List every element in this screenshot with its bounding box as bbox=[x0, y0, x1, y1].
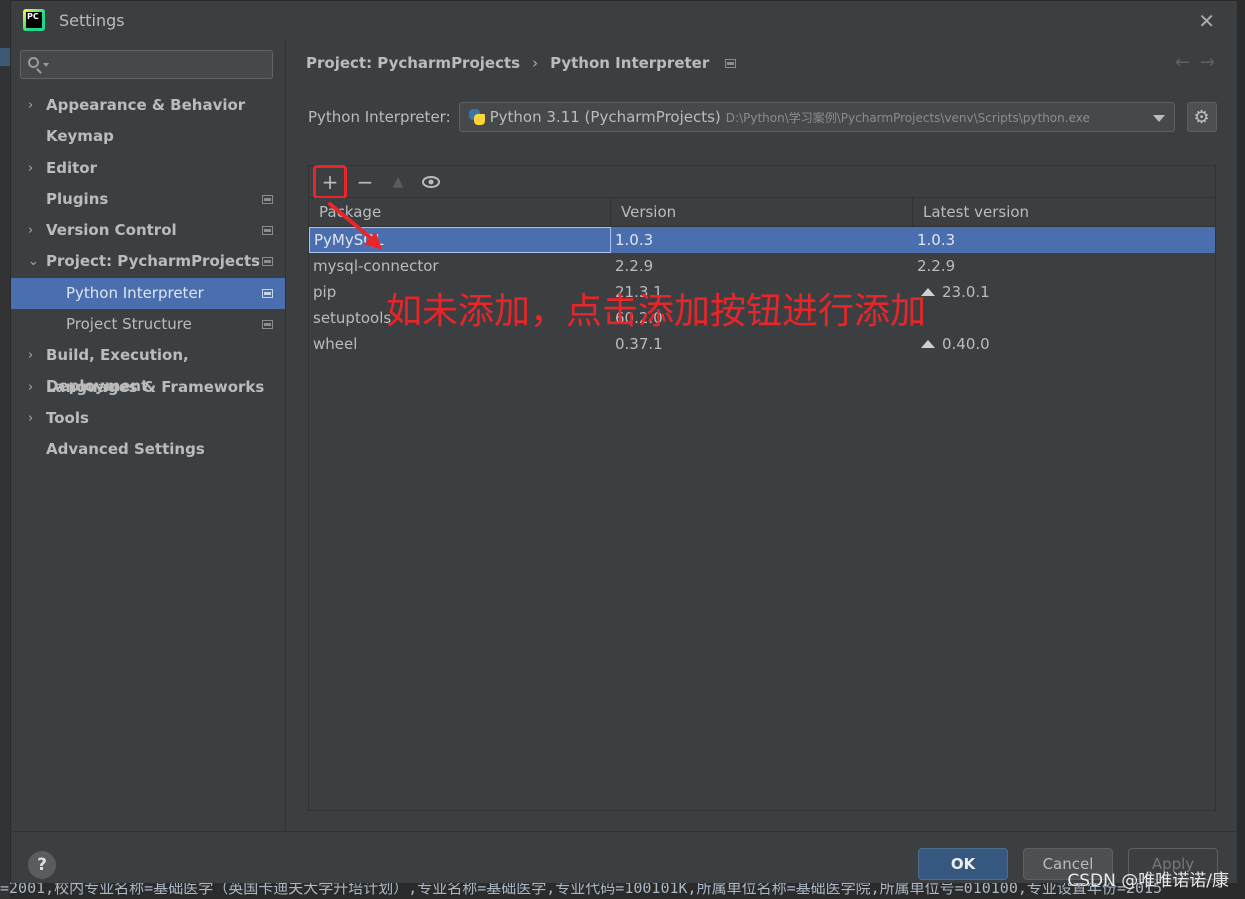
remove-package-button[interactable]: − bbox=[350, 168, 380, 196]
sidebar-item-label: Languages & Frameworks bbox=[46, 377, 265, 396]
back-arrow-icon[interactable]: ← bbox=[1175, 52, 1200, 73]
project-scope-icon bbox=[262, 320, 273, 330]
settings-dialog: PC Settings ✕ › Appearance & Behavior Ke… bbox=[10, 0, 1238, 883]
window-title: Settings bbox=[59, 10, 125, 30]
packages-toolbar: + − ▲ bbox=[309, 164, 1215, 199]
package-version: 0.37.1 bbox=[615, 335, 663, 353]
sidebar-item-project[interactable]: ⌄ Project: PycharmProjects bbox=[11, 246, 285, 277]
search-input[interactable] bbox=[20, 50, 273, 79]
table-row[interactable]: wheel 0.37.1 0.40.0 bbox=[309, 331, 1215, 357]
package-latest-cell: 23.0.1 bbox=[913, 279, 1215, 305]
search-icon bbox=[28, 57, 39, 68]
chevron-right-icon: › bbox=[28, 160, 34, 176]
sidebar-item-label: Editor bbox=[46, 158, 97, 177]
background-ide-left bbox=[0, 0, 10, 899]
breadcrumb: Project: PycharmProjects › Python Interp… bbox=[306, 54, 737, 72]
close-icon[interactable]: ✕ bbox=[1198, 9, 1215, 33]
titlebar: PC Settings ✕ bbox=[11, 1, 1237, 39]
sidebar-item-editor[interactable]: › Editor bbox=[11, 153, 285, 184]
sidebar-item-label: Advanced Settings bbox=[46, 440, 205, 459]
show-early-releases-eye-icon[interactable] bbox=[416, 168, 446, 196]
sidebar-item-label: Plugins bbox=[46, 189, 109, 208]
sidebar-item-label: Python Interpreter bbox=[66, 283, 204, 302]
sidebar-item-appearance[interactable]: › Appearance & Behavior bbox=[11, 90, 285, 121]
package-version: 1.0.3 bbox=[615, 231, 654, 249]
package-latest: 23.0.1 bbox=[942, 283, 990, 301]
sidebar-item-label: Project Structure bbox=[66, 315, 192, 334]
sidebar-item-tools[interactable]: › Tools bbox=[11, 403, 285, 434]
ok-button[interactable]: OK bbox=[918, 848, 1008, 880]
chevron-down-icon: ⌄ bbox=[28, 254, 39, 270]
table-row[interactable]: mysql-connector 2.2.9 2.2.9 bbox=[309, 253, 1215, 279]
forward-arrow-icon[interactable]: → bbox=[1200, 52, 1225, 73]
interpreter-path: D:\Python\学习案例\PycharmProjects\venv\Scri… bbox=[725, 110, 1090, 125]
package-latest: 0.40.0 bbox=[942, 335, 990, 353]
project-scope-icon bbox=[262, 226, 273, 236]
table-row[interactable]: PyMySQL 1.0.3 1.0.3 bbox=[309, 227, 1215, 253]
chevron-right-icon: › bbox=[28, 223, 34, 239]
settings-sidebar: › Appearance & Behavior Keymap › Editor … bbox=[11, 39, 285, 831]
sidebar-item-label: Project: PycharmProjects bbox=[46, 252, 261, 271]
history-nav: ←→ bbox=[1175, 52, 1225, 73]
breadcrumb-project: Project: PycharmProjects bbox=[306, 54, 521, 72]
sidebar-item-label: Appearance & Behavior bbox=[46, 96, 246, 114]
search-history-caret-icon[interactable] bbox=[43, 63, 49, 67]
sidebar-item-version-control[interactable]: › Version Control bbox=[11, 215, 285, 246]
watermark: CSDN @唯唯诺诺/康 bbox=[1067, 871, 1229, 891]
settings-tree: › Appearance & Behavior Keymap › Editor … bbox=[11, 90, 285, 466]
chevron-right-icon: › bbox=[28, 348, 34, 364]
sidebar-item-advanced[interactable]: Advanced Settings bbox=[11, 434, 285, 465]
package-latest-cell: 0.40.0 bbox=[913, 331, 1215, 357]
sidebar-item-build[interactable]: › Build, Execution, Deployment bbox=[11, 340, 285, 395]
package-name: wheel bbox=[313, 335, 358, 353]
interpreter-select[interactable]: Python 3.11 (PycharmProjects) D:\Python\… bbox=[458, 102, 1175, 132]
package-latest: 2.2.9 bbox=[917, 257, 956, 275]
annotation-text: 如未添加，点击添加按钮进行添加 bbox=[386, 291, 927, 332]
package-version: 2.2.9 bbox=[615, 257, 654, 275]
packages-panel: + − ▲ Package Version Latest version PyM… bbox=[308, 164, 1216, 811]
column-header-latest[interactable]: Latest version bbox=[913, 198, 1215, 226]
annotation-arrow-icon bbox=[328, 202, 382, 250]
package-name: mysql-connector bbox=[313, 257, 439, 275]
upgrade-available-icon bbox=[921, 340, 935, 348]
project-scope-icon bbox=[262, 257, 273, 267]
sidebar-item-label: Version Control bbox=[46, 221, 177, 240]
background-ide-tab bbox=[0, 48, 10, 66]
breadcrumb-separator: › bbox=[532, 54, 539, 72]
eye-icon bbox=[422, 175, 440, 188]
add-package-button[interactable]: + bbox=[313, 164, 347, 199]
sidebar-item-label: Keymap bbox=[46, 127, 114, 146]
chevron-right-icon: › bbox=[28, 379, 34, 395]
breadcrumb-page: Python Interpreter bbox=[550, 54, 710, 72]
sidebar-item-keymap[interactable]: Keymap bbox=[11, 121, 285, 152]
pycharm-logo-icon: PC bbox=[23, 9, 45, 31]
table-header: Package Version Latest version bbox=[309, 198, 1215, 227]
interpreter-label: Python Interpreter: bbox=[308, 108, 451, 126]
interpreter-name: Python 3.11 (PycharmProjects) bbox=[489, 108, 721, 126]
sidebar-item-languages[interactable]: › Languages & Frameworks bbox=[11, 372, 285, 403]
sidebar-item-label: Tools bbox=[46, 408, 89, 427]
sidebar-item-project-structure[interactable]: Project Structure bbox=[11, 309, 285, 340]
chevron-right-icon: › bbox=[28, 98, 34, 113]
chevron-right-icon: › bbox=[28, 410, 34, 426]
main-panel: Project: PycharmProjects › Python Interp… bbox=[285, 39, 1237, 831]
upgrade-package-button[interactable]: ▲ bbox=[383, 168, 413, 196]
python-logo-icon bbox=[468, 108, 486, 126]
interpreter-row: Python Interpreter: Python 3.11 (Pycharm… bbox=[308, 102, 1226, 132]
project-scope-icon bbox=[262, 288, 273, 298]
dialog-footer: ? OK Cancel Apply bbox=[11, 831, 1237, 883]
sidebar-item-plugins[interactable]: Plugins bbox=[11, 184, 285, 215]
project-scope-icon bbox=[262, 194, 273, 204]
column-header-version[interactable]: Version bbox=[611, 198, 913, 226]
sidebar-item-python-interpreter[interactable]: Python Interpreter bbox=[11, 277, 285, 310]
dropdown-caret-icon bbox=[1152, 115, 1165, 122]
gear-icon[interactable]: ⚙ bbox=[1186, 102, 1217, 132]
package-latest: 1.0.3 bbox=[917, 231, 956, 249]
help-button[interactable]: ? bbox=[28, 851, 56, 879]
package-latest bbox=[913, 305, 1215, 331]
project-scope-icon bbox=[725, 58, 737, 68]
